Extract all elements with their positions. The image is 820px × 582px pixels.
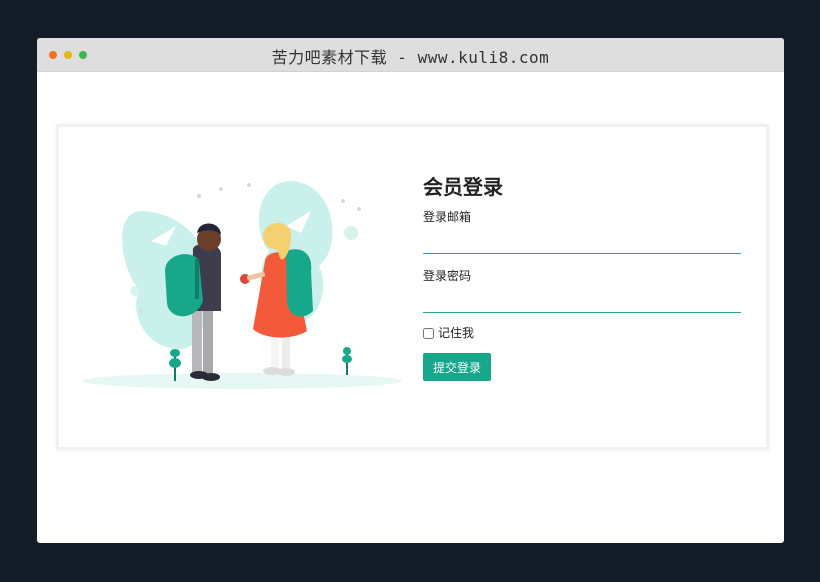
email-label: 登录邮箱 xyxy=(423,210,472,224)
email-field[interactable] xyxy=(423,229,741,254)
submit-login-button[interactable]: 提交登录 xyxy=(423,353,492,381)
remember-me-row: 记住我 xyxy=(423,325,743,341)
login-card: 会员登录 登录邮箱 登录密码 记住我 提交登录 xyxy=(56,124,769,450)
browser-window: 苦力吧素材下载 - www.kuli8.com 会员登录 登录邮箱 登录密码 记… xyxy=(37,38,784,543)
password-field[interactable] xyxy=(423,288,741,313)
window-title: 苦力吧素材下载 - www.kuli8.com xyxy=(271,48,550,67)
form-heading: 会员登录 xyxy=(423,175,503,199)
title-bar: 苦力吧素材下载 - www.kuli8.com xyxy=(37,38,784,72)
remember-me-checkbox[interactable] xyxy=(423,327,434,339)
login-form: 会员登录 登录邮箱 登录密码 记住我 提交登录 xyxy=(423,173,743,381)
children-backpack-illustration xyxy=(82,180,402,389)
remember-me-label: 记住我 xyxy=(438,326,475,340)
password-label: 登录密码 xyxy=(423,269,472,283)
